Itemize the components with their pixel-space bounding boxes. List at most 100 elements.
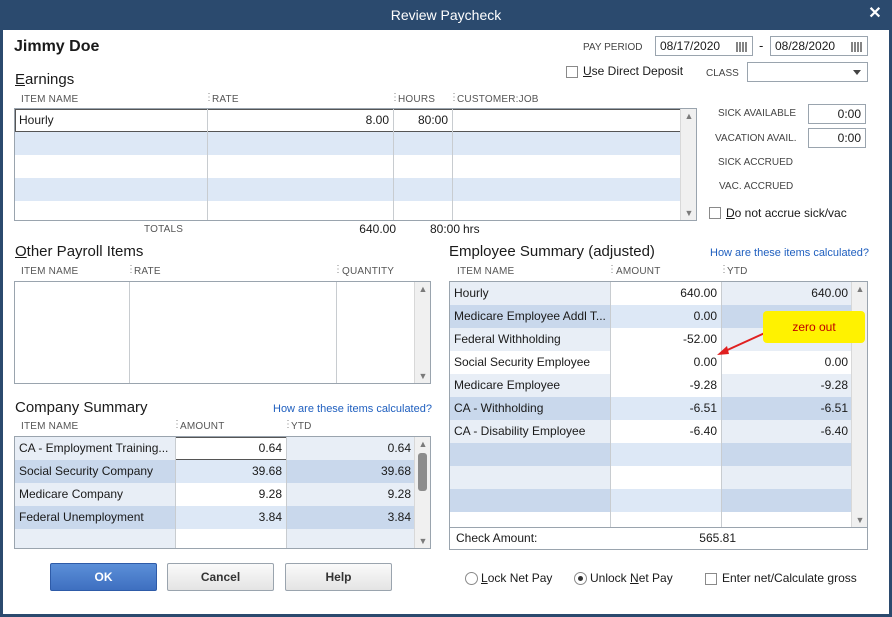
employee-item-cell[interactable] — [450, 443, 610, 466]
vacation-avail-field[interactable]: 0:00 — [808, 128, 866, 148]
employee-amount-cell[interactable]: -6.51 — [610, 397, 721, 420]
table-row[interactable]: CA - Withholding -6.51 -6.51 — [450, 397, 852, 420]
employee-amount-cell[interactable] — [610, 443, 721, 466]
no-accrue-checkbox[interactable] — [709, 207, 721, 219]
company-calc-link[interactable]: How are these items calculated? — [273, 403, 432, 415]
scroll-up-icon[interactable]: ▲ — [418, 439, 428, 449]
ok-button[interactable]: OK — [50, 563, 157, 591]
employee-ytd-cell[interactable] — [721, 489, 852, 512]
table-row[interactable] — [15, 155, 681, 178]
employee-item-cell[interactable]: Medicare Employee Addl T... — [450, 305, 610, 328]
table-row[interactable] — [450, 466, 852, 489]
employee-ytd-cell[interactable] — [721, 443, 852, 466]
employee-amount-cell[interactable]: -6.40 — [610, 420, 721, 443]
employee-item-cell[interactable] — [450, 466, 610, 489]
table-row[interactable] — [15, 529, 415, 548]
earnings-scrollbar[interactable]: ▲ ▼ — [680, 109, 696, 220]
company-item-cell[interactable]: Federal Unemployment — [15, 506, 175, 529]
employee-amount-cell[interactable]: 640.00 — [610, 282, 721, 305]
company-item-cell[interactable]: Social Security Company — [15, 460, 175, 483]
calendar-icon[interactable] — [851, 40, 863, 52]
table-row[interactable]: Medicare Employee -9.28 -9.28 — [450, 374, 852, 397]
table-row[interactable]: Federal Unemployment 3.84 3.84 — [15, 506, 415, 529]
table-row[interactable]: CA - Employment Training... 0.64 0.64 — [15, 437, 415, 460]
calendar-icon[interactable] — [736, 40, 748, 52]
table-row[interactable] — [450, 443, 852, 466]
employee-amount-cell[interactable]: -9.28 — [610, 374, 721, 397]
unlock-net-pay-radio[interactable] — [574, 572, 587, 585]
employee-ytd-cell[interactable]: -6.51 — [721, 397, 852, 420]
employee-amount-cell[interactable]: 0.00 — [610, 351, 721, 374]
sick-accrued-label: SICK ACCRUED — [718, 157, 794, 168]
employee-ytd-cell[interactable] — [721, 466, 852, 489]
employee-item-cell[interactable]: Hourly — [450, 282, 610, 305]
company-ytd-cell[interactable]: 3.84 — [286, 506, 415, 529]
table-row[interactable] — [15, 178, 681, 201]
company-item-cell[interactable] — [15, 529, 175, 548]
table-row[interactable]: Medicare Company 9.28 9.28 — [15, 483, 415, 506]
employee-item-cell[interactable]: CA - Disability Employee — [450, 420, 610, 443]
employee-item-cell[interactable]: CA - Withholding — [450, 397, 610, 420]
lock-net-pay-radio[interactable] — [465, 572, 478, 585]
employee-calc-link[interactable]: How are these items calculated? — [710, 247, 869, 259]
pay-period-start-field[interactable]: 08/17/2020 — [655, 36, 753, 56]
scroll-down-icon[interactable]: ▼ — [418, 371, 428, 381]
employee-amount-cell[interactable]: -52.00 — [610, 328, 721, 351]
scroll-up-icon[interactable]: ▲ — [855, 284, 865, 294]
table-row[interactable]: Social Security Company 39.68 39.68 — [15, 460, 415, 483]
scroll-down-icon[interactable]: ▼ — [418, 536, 428, 546]
scroll-down-icon[interactable]: ▼ — [855, 515, 865, 525]
table-row[interactable] — [450, 489, 852, 512]
class-dropdown[interactable] — [747, 62, 868, 82]
employee-item-cell[interactable]: Medicare Employee — [450, 374, 610, 397]
earnings-job-cell[interactable] — [452, 109, 681, 132]
employee-ytd-cell[interactable]: -6.40 — [721, 420, 852, 443]
employee-amount-cell[interactable]: 0.00 — [610, 305, 721, 328]
table-row[interactable] — [15, 132, 681, 155]
company-ytd-cell[interactable] — [286, 529, 415, 548]
employee-item-cell[interactable]: Social Security Employee — [450, 351, 610, 374]
table-row[interactable]: CA - Disability Employee -6.40 -6.40 — [450, 420, 852, 443]
help-button[interactable]: Help — [285, 563, 392, 591]
company-summary-table: CA - Employment Training... 0.64 0.64 So… — [14, 436, 431, 549]
employee-ytd-cell[interactable]: 640.00 — [721, 282, 852, 305]
other-payroll-scrollbar[interactable]: ▲ ▼ — [414, 282, 430, 383]
scroll-down-icon[interactable]: ▼ — [684, 208, 694, 218]
other-payroll-title: Other Payroll Items — [15, 243, 143, 260]
scroll-thumb[interactable] — [418, 453, 427, 491]
employee-summary-title: Employee Summary (adjusted) — [449, 243, 655, 260]
employee-amount-cell[interactable] — [610, 489, 721, 512]
lock-net-pay-hotkey: L — [481, 571, 488, 585]
direct-deposit-label-text: se Direct Deposit — [591, 64, 684, 78]
scroll-up-icon[interactable]: ▲ — [684, 111, 694, 121]
sick-available-label: SICK AVAILABLE — [718, 108, 797, 119]
company-ytd-cell[interactable]: 39.68 — [286, 460, 415, 483]
employee-ytd-cell[interactable]: -9.28 — [721, 374, 852, 397]
table-row[interactable]: Social Security Employee 0.00 0.00 — [450, 351, 852, 374]
company-ytd-cell[interactable]: 9.28 — [286, 483, 415, 506]
sick-available-field[interactable]: 0:00 — [808, 104, 866, 124]
company-amount-cell[interactable]: 0.64 — [175, 437, 286, 460]
close-icon[interactable]: ✕ — [866, 5, 884, 23]
company-scrollbar[interactable]: ▲ ▼ — [414, 437, 430, 548]
cancel-button[interactable]: Cancel — [167, 563, 274, 591]
earnings-hours-cell[interactable]: 80:00 — [393, 109, 452, 132]
table-row[interactable]: Hourly 640.00 640.00 — [450, 282, 852, 305]
employee-item-cell[interactable]: Federal Withholding — [450, 328, 610, 351]
direct-deposit-checkbox[interactable] — [566, 66, 578, 78]
enter-net-checkbox[interactable] — [705, 573, 717, 585]
earnings-item-cell[interactable]: Hourly — [15, 109, 207, 132]
earnings-rate-cell[interactable]: 8.00 — [207, 109, 393, 132]
employee-item-cell[interactable] — [450, 489, 610, 512]
company-amount-cell[interactable]: 9.28 — [175, 483, 286, 506]
pay-period-end-field[interactable]: 08/28/2020 — [770, 36, 868, 56]
company-amount-cell[interactable]: 39.68 — [175, 460, 286, 483]
company-ytd-cell[interactable]: 0.64 — [286, 437, 415, 460]
table-row[interactable]: Hourly 8.00 80:00 — [15, 109, 681, 132]
company-item-cell[interactable]: CA - Employment Training... — [15, 437, 175, 460]
company-item-cell[interactable]: Medicare Company — [15, 483, 175, 506]
other-header-quantity: QUANTITY — [342, 266, 395, 277]
company-amount-cell[interactable]: 3.84 — [175, 506, 286, 529]
table-row[interactable] — [15, 201, 681, 220]
scroll-up-icon[interactable]: ▲ — [418, 284, 428, 294]
